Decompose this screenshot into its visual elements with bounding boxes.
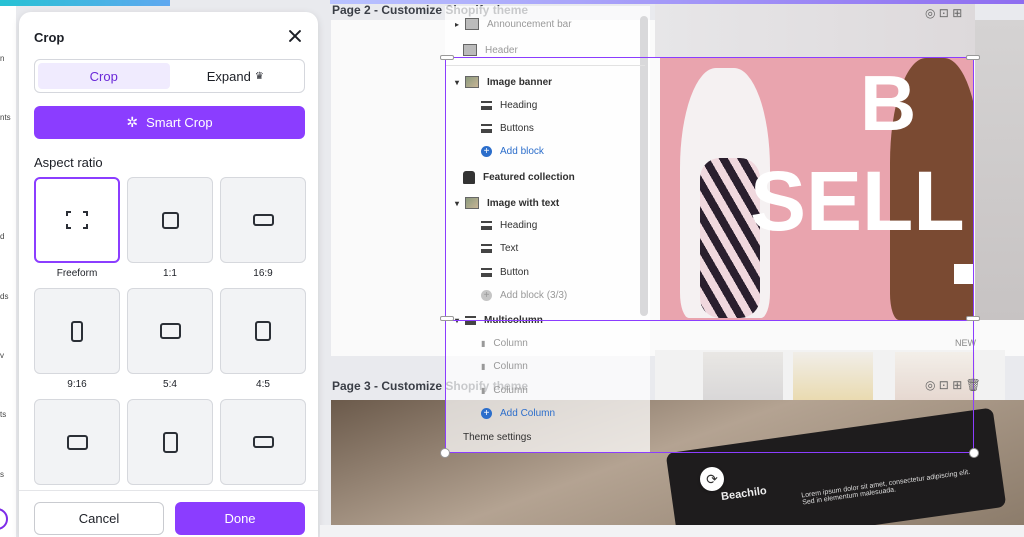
crown-icon: ♛ bbox=[254, 70, 264, 82]
smart-crop-button[interactable]: ✲ Smart Crop bbox=[34, 106, 305, 139]
crop-handle-right[interactable] bbox=[966, 316, 980, 321]
ratio-freeform[interactable] bbox=[34, 177, 120, 263]
ratio-option[interactable] bbox=[220, 399, 306, 485]
aspect-ratio-heading: Aspect ratio bbox=[34, 155, 103, 170]
portrait-icon bbox=[71, 320, 83, 342]
crop-handle-tr[interactable] bbox=[966, 55, 980, 60]
rail-label[interactable]: ds bbox=[0, 292, 8, 301]
crop-panel: Crop Crop Expand ♛ ✲ Smart Crop Aspect ra… bbox=[19, 12, 318, 537]
cancel-button[interactable]: Cancel bbox=[34, 502, 164, 535]
rail-label[interactable]: d bbox=[0, 232, 4, 241]
tab-expand[interactable]: Expand ♛ bbox=[170, 63, 302, 89]
page-actions-icons[interactable]: ◎ ⊡ ⊞ bbox=[925, 6, 962, 20]
ratio-9-16[interactable] bbox=[34, 288, 120, 374]
done-button[interactable]: Done bbox=[175, 502, 305, 535]
left-rail: n nts d ds v ts s bbox=[0, 0, 16, 537]
ratio-label: 16:9 bbox=[253, 268, 273, 279]
panel-title: Crop bbox=[34, 30, 65, 45]
page-actions-icons[interactable]: ◎ ⊡ ⊞ 🗑 bbox=[925, 378, 981, 392]
ratio-label: 9:16 bbox=[67, 379, 87, 390]
rail-label[interactable]: s bbox=[0, 470, 4, 479]
crop-handle-tl[interactable] bbox=[440, 55, 454, 60]
landscape-icon bbox=[159, 323, 181, 339]
ratio-1-1[interactable] bbox=[127, 177, 213, 263]
rotate-icon[interactable]: ⟳ bbox=[700, 467, 724, 491]
ratio-option[interactable] bbox=[127, 399, 213, 485]
landscape-icon bbox=[66, 434, 88, 450]
panel-footer-divider bbox=[19, 490, 318, 491]
layer-header[interactable]: Header bbox=[463, 44, 518, 56]
rail-label[interactable]: ts bbox=[0, 410, 6, 419]
rail-label[interactable]: nts bbox=[0, 113, 11, 122]
rail-label[interactable]: v bbox=[0, 351, 4, 360]
freeform-icon bbox=[66, 211, 88, 229]
ratio-label: Freeform bbox=[56, 268, 98, 279]
ratio-label: 4:5 bbox=[256, 379, 270, 390]
profile-ring[interactable] bbox=[0, 508, 8, 530]
close-icon[interactable] bbox=[285, 26, 305, 46]
ratio-option[interactable] bbox=[34, 399, 120, 485]
square-icon bbox=[161, 211, 179, 229]
top-gradient-strip bbox=[0, 0, 170, 6]
layer-announcement-bar[interactable]: ▸ Announcement bar bbox=[455, 18, 572, 30]
ratio-5-4[interactable] bbox=[127, 288, 213, 374]
landscape-icon bbox=[252, 214, 274, 226]
ratio-4-5[interactable] bbox=[220, 288, 306, 374]
resize-handle-br[interactable] bbox=[969, 448, 979, 458]
magic-wand-icon: ✲ bbox=[126, 114, 139, 130]
crop-inner-frame bbox=[445, 57, 974, 321]
hero-side-photo bbox=[975, 20, 1024, 320]
bottom-status-bar bbox=[320, 525, 1024, 537]
tab-crop[interactable]: Crop bbox=[38, 63, 170, 89]
section-icon bbox=[463, 44, 477, 56]
portrait-icon bbox=[162, 431, 178, 453]
ratio-label: 1:1 bbox=[163, 268, 177, 279]
crop-expand-toggle: Crop Expand ♛ bbox=[34, 59, 305, 93]
resize-handle-bl[interactable] bbox=[440, 448, 450, 458]
section-icon bbox=[465, 18, 480, 30]
portrait-icon bbox=[255, 321, 271, 341]
rail-label[interactable]: n bbox=[0, 54, 4, 63]
landscape-icon bbox=[252, 436, 274, 448]
ratio-16-9[interactable] bbox=[220, 177, 306, 263]
ratio-label: 5:4 bbox=[163, 379, 177, 390]
crop-handle-left[interactable] bbox=[440, 316, 454, 321]
